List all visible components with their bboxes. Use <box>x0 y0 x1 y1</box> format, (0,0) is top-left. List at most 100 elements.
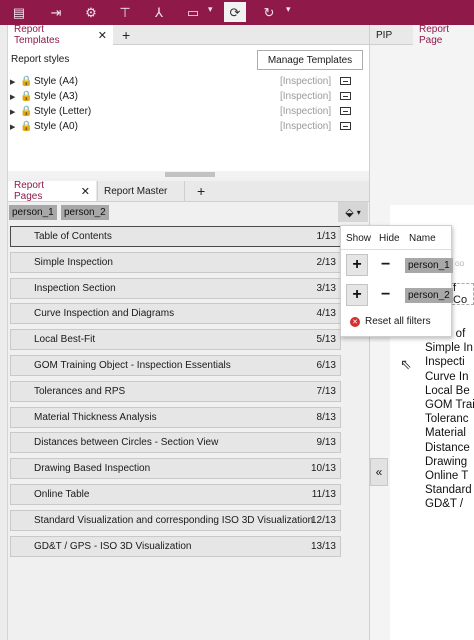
preview-toc-line: GOM Trai <box>425 399 474 411</box>
tab-report-templates[interactable]: Report Templates ✕ <box>8 24 113 46</box>
page-row[interactable]: Table of Contents 1/13 <box>10 226 341 247</box>
tab-report-templates-label: Report Templates <box>14 24 60 46</box>
page-title: Table of Contents <box>34 231 112 242</box>
template-tag: [Inspection] <box>280 91 332 102</box>
hide-person-1-button[interactable]: − <box>381 256 390 274</box>
tag-filter-button[interactable]: ⬙ ▾ <box>338 202 368 222</box>
main-toolbar: ▤ ⇥ ⚙ ⊤ ⅄ ▭ ▾ ⟳ ↻ ▾ <box>0 0 474 25</box>
scrollbar-thumb[interactable] <box>165 172 215 177</box>
preview-toc-line: Material <box>425 427 466 440</box>
page-count: 13/13 <box>310 540 336 552</box>
preview-toc-line: Curve In <box>425 370 469 383</box>
add-tab-icon[interactable]: + <box>122 28 130 42</box>
page-title: GOM Training Object - Inspection Essenti… <box>34 360 231 371</box>
expand-arrow-icon[interactable]: ▶ <box>10 123 20 131</box>
templates-scrollbar[interactable] <box>8 171 369 178</box>
tag-icon: ⬙ <box>345 206 354 219</box>
template-item[interactable]: ▶ 🔒 Style (A4) [Inspection] <box>10 74 362 89</box>
filter-name: person_1 <box>405 258 453 273</box>
expand-arrow-icon[interactable]: ▶ <box>10 108 20 116</box>
page-title: Drawing Based Inspection <box>34 463 151 475</box>
page-row[interactable]: Drawing Based Inspection 10/13 <box>10 458 341 480</box>
page-row[interactable]: Local Best-Fit 5/13 <box>10 329 341 351</box>
show-column-header: Show <box>346 233 372 244</box>
add-tab-icon[interactable]: + <box>197 184 205 198</box>
filter-popup: Show Hide Name + − person_1 + − person_2… <box>340 225 453 337</box>
monitor-dropdown-icon[interactable]: ▾ <box>208 4 213 15</box>
manage-templates-button[interactable]: Manage Templates <box>257 50 363 70</box>
template-preview-icon[interactable] <box>340 122 351 130</box>
page-row[interactable]: Tolerances and RPS 7/13 <box>10 380 341 402</box>
reset-icon: ✕ <box>350 316 360 327</box>
page-title: Curve Inspection and Diagrams <box>34 308 175 320</box>
page-count: 1/13 <box>316 231 336 242</box>
report-styles-heading: Report styles <box>11 54 70 65</box>
tab-pip[interactable]: PIP <box>370 25 398 45</box>
page-title: Distances between Circles - Section View <box>34 437 219 449</box>
collapse-button[interactable]: « <box>370 458 388 486</box>
page-row[interactable]: Standard Visualization and corresponding… <box>10 509 341 531</box>
lock-icon: 🔒 <box>20 106 33 117</box>
close-icon[interactable]: ✕ <box>81 185 90 198</box>
page-title: Simple Inspection <box>34 256 113 268</box>
preview-toc-line: Distance <box>425 441 470 454</box>
page-row[interactable]: Curve Inspection and Diagrams 4/13 <box>10 303 341 325</box>
close-icon[interactable]: ✕ <box>98 29 107 42</box>
page-row[interactable]: GD&T / GPS - ISO 3D Visualization 13/13 <box>10 535 341 557</box>
page-row[interactable]: Inspection Section 3/13 <box>10 277 341 299</box>
page-row[interactable]: Simple Inspection 2/13 <box>10 251 341 273</box>
reset-filters-button[interactable]: ✕ Reset all filters <box>350 316 431 327</box>
template-preview-icon[interactable] <box>340 92 351 100</box>
page-title: GD&T / GPS - ISO 3D Visualization <box>34 540 192 552</box>
page-row[interactable]: Distances between Circles - Section View… <box>10 432 341 454</box>
tab-report-page[interactable]: Report Page <box>413 24 474 46</box>
name-column-header: Name <box>409 233 436 244</box>
template-tag: [Inspection] <box>280 121 332 132</box>
expand-arrow-icon[interactable]: ▶ <box>10 78 20 86</box>
expand-arrow-icon[interactable]: ▶ <box>10 93 20 101</box>
pdf-icon[interactable]: ⅄ <box>148 2 170 22</box>
pin-icon[interactable]: ⊤ <box>114 2 136 22</box>
template-name: Style (A0) <box>34 121 78 132</box>
page-row[interactable]: GOM Training Object - Inspection Essenti… <box>10 355 341 376</box>
template-item[interactable]: ▶ 🔒 Style (A0) [Inspection] <box>10 119 362 134</box>
refresh-icon[interactable]: ⟳ <box>224 2 246 22</box>
tab-report-pages[interactable]: Report Pages ✕ <box>8 180 96 202</box>
filter-chip[interactable]: person_1 <box>9 205 57 220</box>
redo-dropdown-icon[interactable]: ▾ <box>286 4 291 15</box>
export-icon[interactable]: ⇥ <box>45 2 67 22</box>
page-row[interactable]: Online Table 11/13 <box>10 484 341 505</box>
preview-toc-line: Local Be <box>425 384 470 397</box>
preview-toc-line: Drawing <box>425 455 468 468</box>
preview-header-fragment: GO <box>455 262 465 268</box>
page-title: Tolerances and RPS <box>34 385 126 397</box>
report-icon[interactable]: ▤ <box>8 2 30 22</box>
preview-toc-line: GD&T / <box>425 498 464 511</box>
template-preview-icon[interactable] <box>340 107 351 115</box>
page-row[interactable]: Material Thickness Analysis 8/13 <box>10 406 341 428</box>
hide-person-2-button[interactable]: − <box>381 286 390 304</box>
template-name: Style (A3) <box>34 91 78 102</box>
lock-icon: 🔒 <box>20 76 33 87</box>
tab-report-pages-label: Report Pages <box>14 180 45 202</box>
page-count: 8/13 <box>316 411 336 423</box>
page-title: Material Thickness Analysis <box>34 411 157 423</box>
page-count: 4/13 <box>316 308 336 320</box>
preview-toc-line: Online T <box>425 470 469 482</box>
tab-report-master[interactable]: Report Master <box>97 181 185 201</box>
redo-icon[interactable]: ↻ <box>258 2 280 22</box>
preview-toc-line: Toleranc <box>425 413 469 426</box>
monitor-icon[interactable]: ▭ <box>182 2 204 22</box>
page-title: Inspection Section <box>34 282 116 294</box>
show-person-1-button[interactable]: + <box>346 254 368 276</box>
template-item[interactable]: ▶ 🔒 Style (Letter) [Inspection] <box>10 104 362 119</box>
hide-column-header: Hide <box>379 233 400 244</box>
filter-name: person_2 <box>405 288 453 303</box>
show-person-2-button[interactable]: + <box>346 284 368 306</box>
settings-gear-icon[interactable]: ⚙ <box>80 2 102 22</box>
template-item[interactable]: ▶ 🔒 Style (A3) [Inspection] <box>10 89 362 104</box>
page-count: 11/13 <box>311 489 336 500</box>
filter-chip[interactable]: person_2 <box>61 205 109 220</box>
template-preview-icon[interactable] <box>340 77 351 85</box>
chevron-down-icon: ▾ <box>356 207 361 217</box>
